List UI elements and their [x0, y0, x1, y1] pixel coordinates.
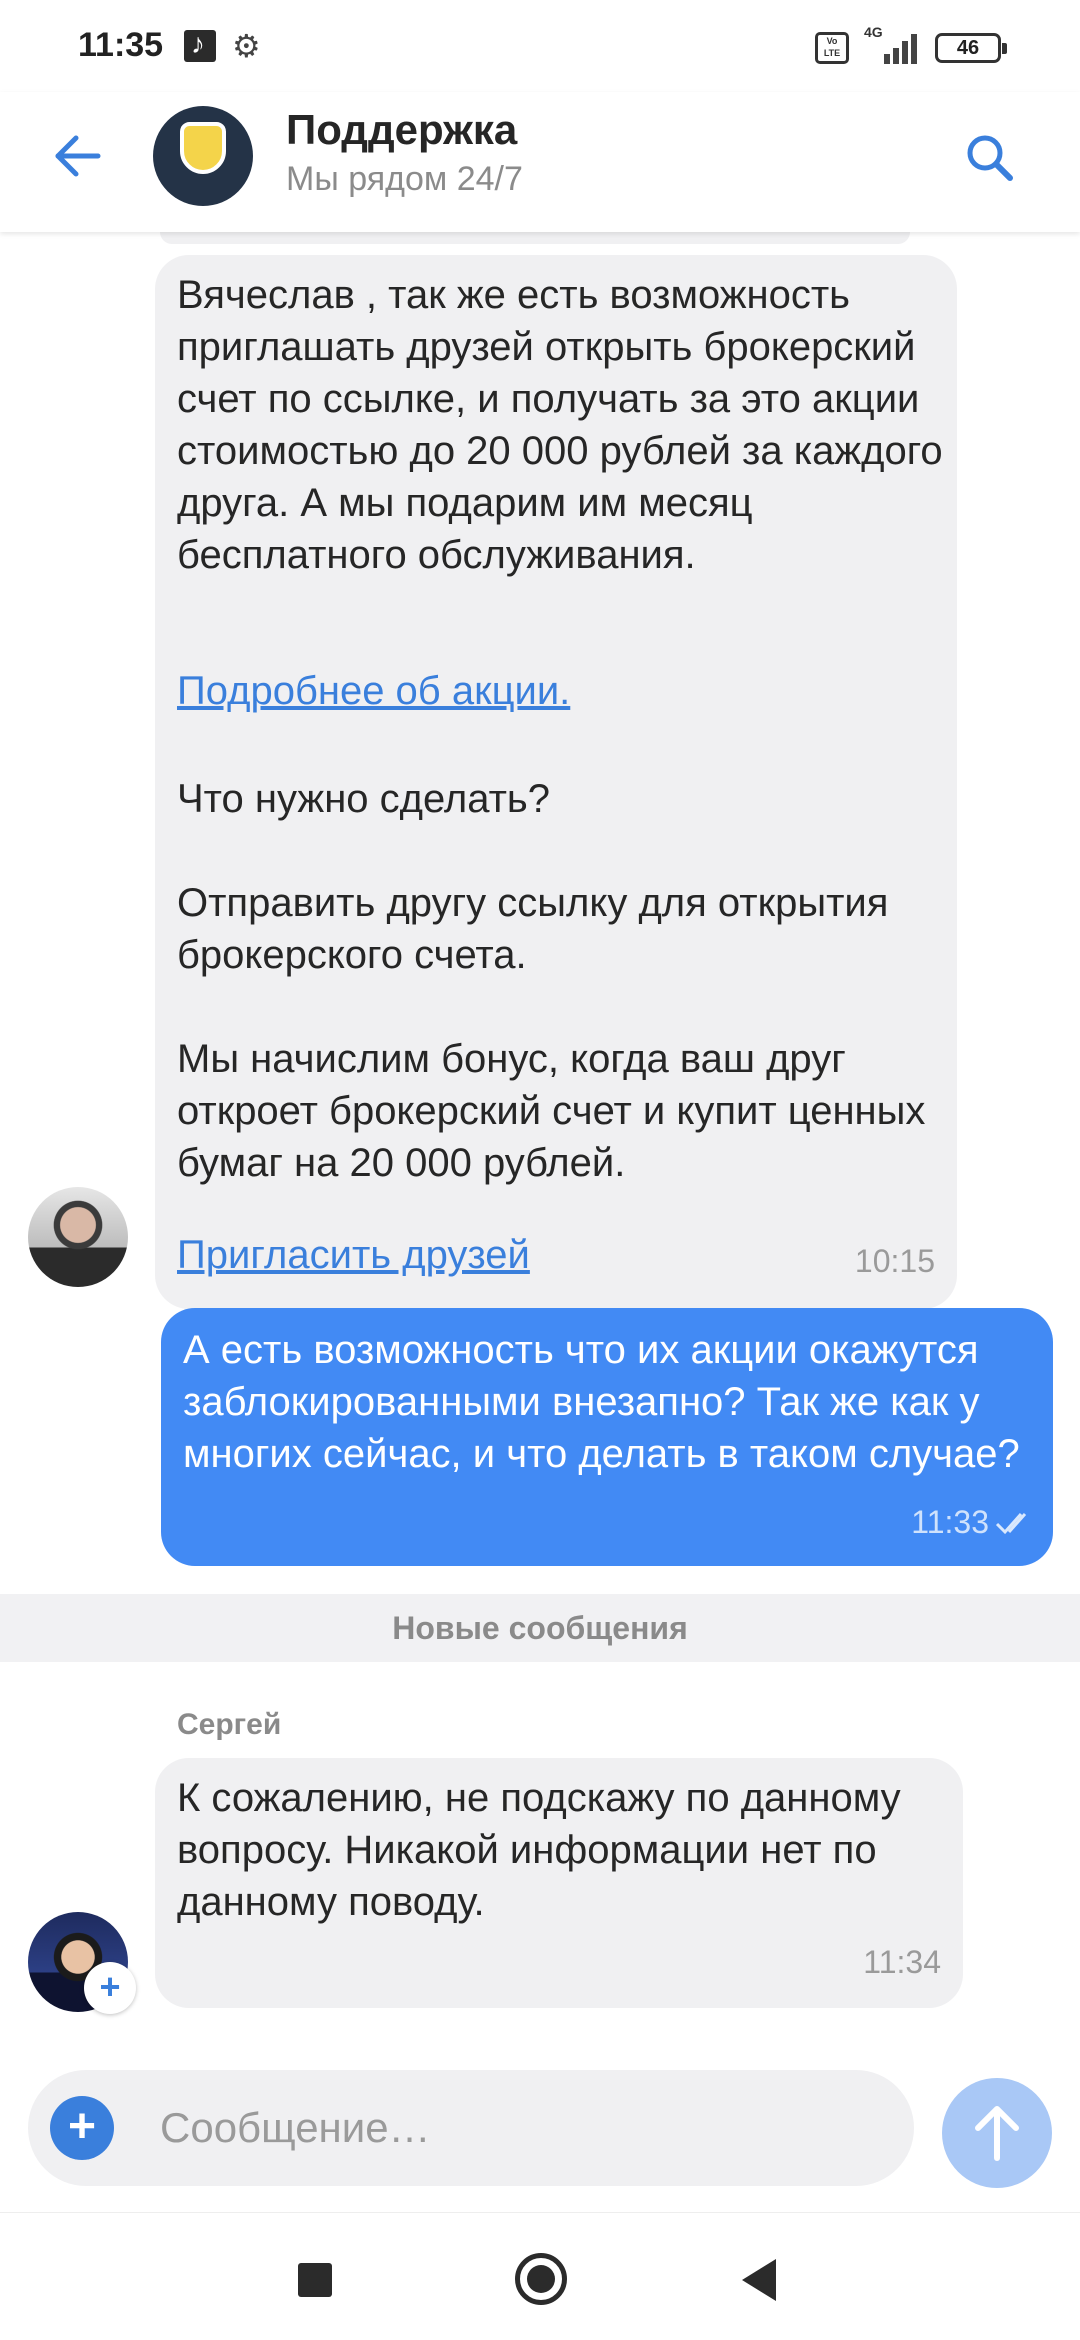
- volte-icon: Vo LTE: [815, 32, 849, 64]
- plus-icon: +: [67, 2100, 97, 2153]
- arrow-up-icon: [975, 2106, 1019, 2161]
- send-button[interactable]: [942, 2078, 1052, 2188]
- support-avatar[interactable]: [153, 106, 253, 206]
- message-composer: +: [28, 2070, 914, 2186]
- sender-name: Сергей: [177, 1708, 282, 1741]
- add-contact-badge[interactable]: +: [84, 1962, 136, 2014]
- search-icon: [967, 135, 1013, 181]
- battery-icon: 46: [935, 33, 1007, 63]
- search-button[interactable]: [960, 128, 1020, 188]
- message-input[interactable]: [160, 2096, 880, 2160]
- new-messages-divider: Новые сообщения: [0, 1594, 1080, 1662]
- back-button[interactable]: [48, 126, 108, 186]
- message-text: Вячеслав , так же есть возможность пригл…: [177, 273, 954, 577]
- chat-subtitle: Мы рядом 24/7: [286, 160, 523, 198]
- message-text-continued: Что нужно сделать? Отправить другу ссылк…: [177, 777, 926, 1185]
- chat-title[interactable]: Поддержка: [286, 106, 517, 154]
- recents-button[interactable]: [298, 2263, 332, 2297]
- message-text: К сожалению, не подскажу по данному вопр…: [177, 1776, 912, 1924]
- home-button[interactable]: [515, 2253, 567, 2305]
- message-text: А есть возможность что их акции окажутся…: [183, 1328, 1020, 1476]
- chat-header: Поддержка Мы рядом 24/7: [0, 92, 1080, 232]
- music-notification-icon: [184, 28, 216, 62]
- read-checkmarks-icon: [995, 1513, 1027, 1535]
- agent-avatar[interactable]: [28, 1187, 128, 1287]
- arrow-left-icon: [55, 135, 101, 177]
- message-list[interactable]: Вячеслав , так же есть возможность пригл…: [0, 232, 1080, 2070]
- bank-logo-icon: [180, 122, 226, 174]
- message-time: 11:34: [863, 1944, 941, 1980]
- incoming-message[interactable]: К сожалению, не подскажу по данному вопр…: [155, 1758, 963, 2008]
- invite-friends-link[interactable]: Пригласить друзей: [177, 1233, 530, 1278]
- status-time: 11:35: [78, 26, 164, 64]
- message-time: 11:33: [911, 1504, 989, 1540]
- system-nav-bar: [0, 2212, 1080, 2340]
- previous-message-edge: [160, 232, 910, 244]
- system-back-button[interactable]: [742, 2259, 776, 2301]
- incoming-message[interactable]: Вячеслав , так же есть возможность пригл…: [155, 255, 957, 1309]
- signal-icon: [870, 28, 918, 64]
- promo-details-link[interactable]: Подробнее об акции.: [177, 669, 570, 714]
- attach-button[interactable]: +: [50, 2096, 114, 2160]
- outgoing-message[interactable]: А есть возможность что их акции окажутся…: [161, 1308, 1053, 1566]
- message-time: 10:15: [854, 1243, 935, 1279]
- settings-notification-icon: ⚙: [232, 28, 261, 64]
- status-bar: 11:35 ⚙ Vo LTE 4G 46: [0, 0, 1080, 92]
